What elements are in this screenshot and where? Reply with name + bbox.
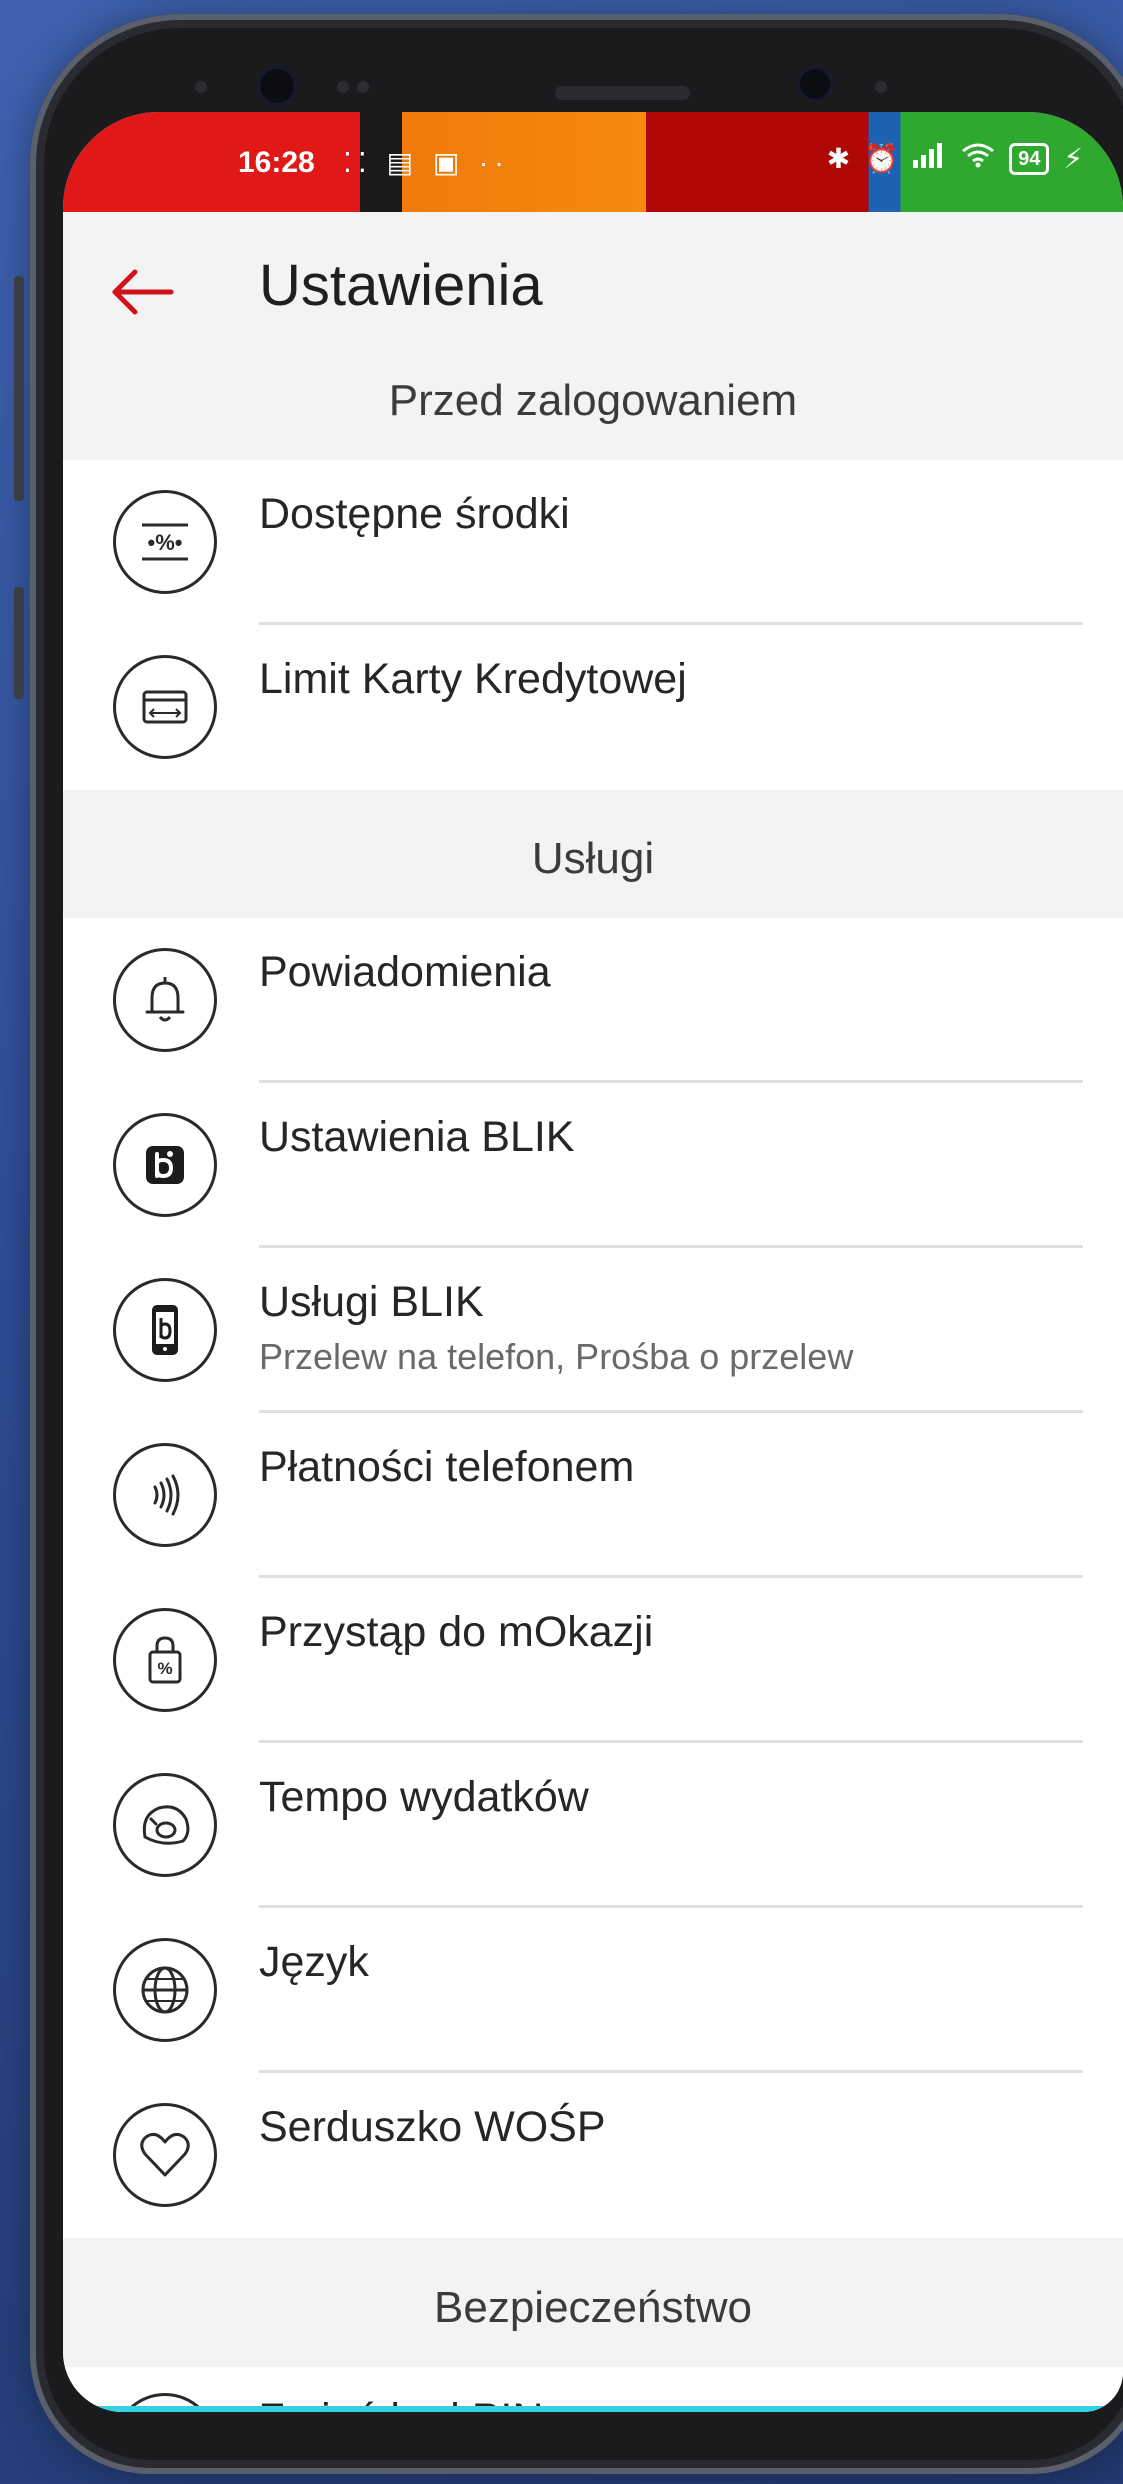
sensor-dot <box>875 81 887 93</box>
speedometer-icon <box>113 1773 217 1877</box>
charging-icon: ⚡ <box>1063 143 1083 174</box>
settings-item-mokazje[interactable]: % Przystąp do mOkazji <box>63 1578 1123 1743</box>
bottom-accent-bar <box>63 2406 1123 2412</box>
volume-button <box>14 276 24 501</box>
settings-item-label: Limit Karty Kredytowej <box>259 655 687 703</box>
credit-card-icon <box>113 655 217 759</box>
power-button <box>14 587 24 699</box>
settings-item-available-funds[interactable]: •%• Dostępne środki <box>63 460 1123 625</box>
front-camera <box>260 69 294 103</box>
signal-icon <box>913 142 947 175</box>
section-before-login: •%• Dostępne środki Limit Karty Kredytow… <box>63 460 1123 790</box>
settings-item-notifications[interactable]: Powiadomienia <box>63 918 1123 1083</box>
heart-icon <box>113 2103 217 2207</box>
sensor-dot <box>357 81 369 93</box>
wifi-icon <box>961 142 995 175</box>
secondary-camera <box>800 69 830 99</box>
settings-item-credit-card-limit[interactable]: Limit Karty Kredytowej <box>63 625 1123 790</box>
blik-icon <box>113 1113 217 1217</box>
svg-text:•%•: •%• <box>148 530 183 555</box>
settings-item-label: Płatności telefonem <box>259 1443 635 1491</box>
page-title: Ustawienia <box>259 253 543 318</box>
status-bar: 16:28 ⁚⁚ ▤ ▣ ·· ✱ ⏰ 94 ⚡ <box>63 112 1123 212</box>
section-header-services: Usługi <box>63 800 1123 918</box>
section-header-security: Bezpieczeństwo <box>63 2249 1123 2367</box>
settings-item-label: Serduszko WOŚP <box>259 2103 606 2151</box>
settings-item-label: Dostępne środki <box>259 490 570 538</box>
globe-icon <box>113 1938 217 2042</box>
settings-item-label: Język <box>259 1938 369 1986</box>
bell-icon <box>113 948 217 1052</box>
settings-item-spending-pace[interactable]: Tempo wydatków <box>63 1743 1123 1908</box>
status-right-icons: ✱ ⏰ 94 ⚡ <box>827 142 1083 175</box>
app-bar: Ustawienia <box>63 212 1123 342</box>
settings-item-label: Usługi BLIK <box>259 1278 484 1326</box>
settings-item-blik-settings[interactable]: Ustawienia BLIK <box>63 1083 1123 1248</box>
earpiece-speaker <box>555 86 690 100</box>
shopping-bag-percent-icon: % <box>113 1608 217 1712</box>
sensor-dot <box>337 81 349 93</box>
sensor-dot <box>195 81 207 93</box>
settings-item-label: Tempo wydatków <box>259 1773 589 1821</box>
settings-item-label: Przystąp do mOkazji <box>259 1608 654 1656</box>
settings-item-sublabel: Przelew na telefon, Prośba o przelew <box>259 1336 854 1377</box>
status-time: 16:28 <box>238 146 315 179</box>
app-screen: 16:28 ⁚⁚ ▤ ▣ ·· ✱ ⏰ 94 ⚡ Ustawienia Prze… <box>63 112 1123 2412</box>
alarm-icon: ⏰ <box>864 143 900 174</box>
settings-item-label: Powiadomienia <box>259 948 551 996</box>
bluetooth-icon: ✱ <box>826 143 851 174</box>
notification-icons: ⁚⁚ ▤ ▣ ·· <box>343 147 510 178</box>
blik-phone-icon <box>113 1278 217 1382</box>
battery-icon: 94 <box>1009 142 1050 175</box>
svg-text:%: % <box>157 1659 172 1678</box>
settings-item-blik-services[interactable]: Usługi BLIK Przelew na telefon, Prośba o… <box>63 1248 1123 1413</box>
section-header-before-login: Przed zalogowaniem <box>63 342 1123 460</box>
settings-item-label: Ustawienia BLIK <box>259 1113 575 1161</box>
settings-item-phone-payments[interactable]: Płatności telefonem <box>63 1413 1123 1578</box>
back-arrow-icon[interactable] <box>107 267 177 317</box>
contactless-icon <box>113 1443 217 1547</box>
settings-item-language[interactable]: Język <box>63 1908 1123 2073</box>
percent-balance-icon: •%• <box>113 490 217 594</box>
section-services: Powiadomienia Ustawienia BLIK Usługi BLI… <box>63 918 1123 2238</box>
settings-item-wosp-heart[interactable]: Serduszko WOŚP <box>63 2073 1123 2238</box>
